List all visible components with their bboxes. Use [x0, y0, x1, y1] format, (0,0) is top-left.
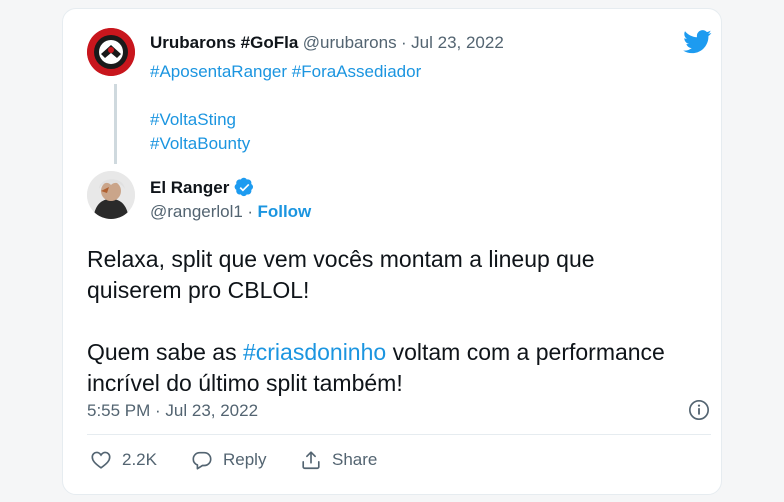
- urubarons-logo: [87, 28, 135, 76]
- like-count: 2.2K: [122, 450, 157, 469]
- quoted-tweet-header: Urubarons #GoFla @urubarons · Jul 23, 20…: [150, 33, 504, 53]
- quoted-hashtags-line1[interactable]: #AposentaRanger #ForaAssediador: [150, 62, 421, 82]
- share-button[interactable]: Share: [300, 449, 377, 471]
- reply-bubble-icon: [192, 451, 212, 470]
- twitter-bird-icon[interactable]: [683, 30, 712, 54]
- quoted-date[interactable]: Jul 23, 2022: [411, 33, 504, 52]
- reply-display-name[interactable]: El Ranger: [150, 178, 229, 198]
- quoted-handle[interactable]: @urubarons: [303, 33, 397, 52]
- tweet-body-line2: quiserem pro CBLOL!: [87, 277, 310, 303]
- actions-divider: [87, 434, 711, 435]
- info-icon[interactable]: [688, 399, 710, 421]
- share-icon: [302, 451, 320, 470]
- tweet-body-line3-suffix: voltam com a performance: [386, 339, 665, 365]
- quoted-display-name[interactable]: Urubarons #GoFla: [150, 33, 298, 52]
- tweet-body: Relaxa, split que vem vocês montam a lin…: [87, 244, 707, 399]
- avatar-el-ranger[interactable]: [87, 171, 135, 219]
- reply-handle[interactable]: @rangerlol1: [150, 202, 243, 221]
- heart-icon: [91, 451, 111, 469]
- avatar-urubarons[interactable]: [87, 28, 135, 76]
- verified-badge-icon: [234, 177, 254, 197]
- quoted-hashtag-voltasting[interactable]: #VoltaSting: [150, 110, 236, 130]
- tweet-body-line4: incrível do último split também!: [87, 370, 403, 396]
- tweet-body-line3: Quem sabe as #criasdoninho voltam com a …: [87, 337, 707, 368]
- tweet-timestamp[interactable]: 5:55 PM · Jul 23, 2022: [87, 401, 258, 421]
- reply-label: Reply: [223, 450, 267, 469]
- reply-button[interactable]: Reply: [191, 449, 266, 471]
- reply-handle-row: @rangerlol1 · Follow: [150, 202, 311, 222]
- hashtag-criasdoninho[interactable]: #criasdoninho: [243, 339, 386, 365]
- follow-link[interactable]: Follow: [257, 202, 311, 221]
- reply-separator: ·: [247, 202, 253, 221]
- share-label: Share: [332, 450, 378, 469]
- quoted-separator: ·: [401, 33, 407, 52]
- tweet-body-line1: Relaxa, split que vem vocês montam a lin…: [87, 246, 595, 272]
- quoted-hashtag-voltabounty[interactable]: #VoltaBounty: [150, 134, 250, 154]
- reply-author-row: El Ranger: [150, 177, 255, 198]
- thread-connector-line: [114, 84, 117, 164]
- tweet-body-line3-prefix: Quem sabe as: [87, 339, 243, 365]
- like-button[interactable]: 2.2K: [90, 449, 157, 471]
- el-ranger-avatar-image: [87, 171, 135, 219]
